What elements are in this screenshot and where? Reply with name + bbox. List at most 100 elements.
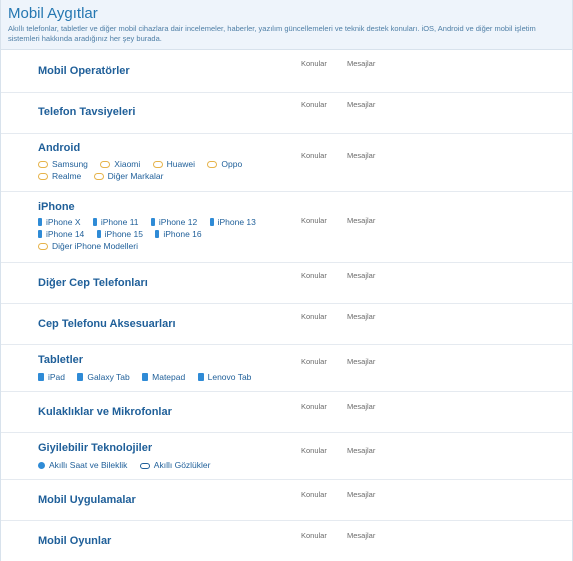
- subforum-list: iPad Galaxy Tab Matepad Lenovo Tab: [38, 371, 261, 383]
- forum-node: Giyilebilir Teknolojiler Konular Mesajla…: [1, 433, 572, 480]
- subforum-label: iPhone 15: [104, 229, 143, 239]
- subforum-list: iPhone X iPhone 11 iPhone 12 iPhone 13 i…: [38, 216, 266, 252]
- forum-node: Mobil Oyunlar Konular Mesajlar: [1, 521, 572, 561]
- subforum-link[interactable]: Diğer iPhone Modelleri: [38, 240, 138, 252]
- subforum-link[interactable]: iPhone 11: [92, 216, 139, 228]
- tablet-icon: [142, 373, 149, 381]
- posts-label: Mesajlar: [347, 312, 376, 321]
- topics-label: Konular: [301, 59, 327, 68]
- forum-node: Mobil Operatörler Konular Mesajlar: [1, 51, 572, 93]
- subforum-list: Samsung Xiaomi Huawei Oppo Realme Diğer …: [38, 158, 252, 182]
- subforum-link[interactable]: iPhone X: [38, 216, 81, 228]
- subforum-label: Xiaomi: [114, 159, 141, 169]
- posts-label: Mesajlar: [347, 402, 376, 411]
- forum-node: Mobil Uygulamalar Konular Mesajlar: [1, 480, 572, 521]
- subforum-label: Diğer Markalar: [107, 171, 164, 181]
- topics-label: Konular: [301, 216, 327, 225]
- chat-bubble-icon: [38, 243, 48, 250]
- phone-icon: [96, 230, 101, 238]
- topics-label: Konular: [301, 446, 327, 455]
- chat-bubble-icon: [100, 161, 111, 168]
- subforum-link[interactable]: Realme: [38, 170, 81, 182]
- subforum-label: iPhone 13: [217, 217, 256, 227]
- node-title[interactable]: Diğer Cep Telefonları: [38, 277, 148, 289]
- subforum-link[interactable]: Samsung: [38, 158, 88, 170]
- subforum-link[interactable]: Oppo: [207, 158, 242, 170]
- forum-node: Kulaklıklar ve Mikrofonlar Konular Mesaj…: [1, 392, 572, 433]
- chat-bubble-icon: [207, 161, 218, 168]
- subforum-label: iPhone 11: [100, 217, 139, 227]
- chat-bubble-icon: [38, 161, 48, 168]
- node-title[interactable]: Kulaklıklar ve Mikrofonlar: [38, 406, 172, 418]
- posts-label: Mesajlar: [347, 59, 376, 68]
- tablet-icon: [197, 373, 204, 381]
- topics-label: Konular: [301, 151, 327, 160]
- posts-label: Mesajlar: [347, 271, 376, 280]
- topics-label: Konular: [301, 402, 327, 411]
- subforum-link[interactable]: iPhone 14: [38, 228, 84, 240]
- subforum-label: Oppo: [221, 159, 243, 169]
- forum-node: Diğer Cep Telefonları Konular Mesajlar: [1, 263, 572, 304]
- subforum-link[interactable]: Akıllı Gözlükler: [139, 459, 211, 471]
- subforum-label: Diğer iPhone Modelleri: [52, 241, 138, 251]
- tablet-icon: [38, 373, 44, 381]
- subforum-label: iPhone X: [46, 217, 81, 227]
- subforum-link[interactable]: Diğer Markalar: [93, 170, 164, 182]
- subforum-label: Lenovo Tab: [207, 372, 252, 382]
- posts-label: Mesajlar: [347, 216, 376, 225]
- forum-node: iPhone Konular Mesajlar iPhone X iPhone …: [1, 192, 572, 263]
- chat-bubble-icon: [93, 173, 104, 180]
- subforum-link[interactable]: Lenovo Tab: [197, 371, 252, 383]
- subforum-label: iPhone 12: [158, 217, 198, 227]
- tablet-icon: [77, 373, 84, 381]
- subforum-link[interactable]: iPhone 15: [96, 228, 143, 240]
- subforum-label: Samsung: [52, 159, 88, 169]
- forum-node: Android Konular Mesajlar Samsung Xiaomi …: [1, 134, 572, 192]
- subforum-link[interactable]: iPhone 16: [155, 228, 202, 240]
- node-title[interactable]: Tabletler: [38, 354, 83, 366]
- subforum-link[interactable]: Xiaomi: [100, 158, 140, 170]
- node-title[interactable]: Android: [38, 142, 80, 154]
- forum-category: Mobil Aygıtlar Akıllı telefonlar, tablet…: [0, 0, 573, 561]
- subforum-label: Galaxy Tab: [87, 372, 130, 382]
- topics-label: Konular: [301, 271, 327, 280]
- subforum-label: Realme: [52, 171, 82, 181]
- phone-icon: [92, 218, 97, 226]
- forum-node: Tabletler Konular Mesajlar iPad Galaxy T…: [1, 345, 572, 392]
- topics-label: Konular: [301, 100, 327, 109]
- node-title[interactable]: iPhone: [38, 201, 75, 213]
- chat-bubble-icon: [38, 173, 48, 180]
- forum-node: Cep Telefonu Aksesuarları Konular Mesajl…: [1, 304, 572, 345]
- phone-icon: [155, 230, 160, 238]
- phone-icon: [38, 230, 42, 238]
- node-title[interactable]: Mobil Oyunlar: [38, 535, 111, 547]
- subforum-link[interactable]: Galaxy Tab: [77, 371, 130, 383]
- node-title[interactable]: Mobil Operatörler: [38, 65, 130, 77]
- node-title[interactable]: Giyilebilir Teknolojiler: [38, 442, 152, 454]
- node-title[interactable]: Mobil Uygulamalar: [38, 494, 136, 506]
- node-title[interactable]: Telefon Tavsiyeleri: [38, 106, 135, 118]
- phone-icon: [150, 218, 155, 226]
- subforum-link[interactable]: iPhone 12: [150, 216, 198, 228]
- subforum-label: Matepad: [152, 372, 186, 382]
- posts-label: Mesajlar: [347, 151, 376, 160]
- subforum-link[interactable]: iPad: [38, 371, 65, 383]
- phone-icon: [209, 218, 214, 226]
- subforum-link[interactable]: Akıllı Saat ve Bileklik: [38, 459, 127, 471]
- chat-bubble-icon: [152, 161, 163, 168]
- node-title[interactable]: Cep Telefonu Aksesuarları: [38, 318, 176, 330]
- subforum-list: Akıllı Saat ve Bileklik Akıllı Gözlükler: [38, 459, 220, 471]
- category-title[interactable]: Mobil Aygıtlar: [8, 5, 565, 22]
- subforum-label: Akıllı Saat ve Bileklik: [49, 460, 128, 470]
- subforum-label: iPhone 16: [163, 229, 202, 239]
- posts-label: Mesajlar: [347, 490, 376, 499]
- posts-label: Mesajlar: [347, 446, 376, 455]
- subforum-link[interactable]: Matepad: [142, 371, 185, 383]
- subforum-label: iPad: [48, 372, 66, 382]
- subforum-label: Huawei: [166, 159, 196, 169]
- subforum-link[interactable]: iPhone 13: [209, 216, 256, 228]
- subforum-link[interactable]: Huawei: [152, 158, 196, 170]
- posts-label: Mesajlar: [347, 100, 376, 109]
- topics-label: Konular: [301, 357, 327, 366]
- subforum-label: Akıllı Gözlükler: [153, 460, 211, 470]
